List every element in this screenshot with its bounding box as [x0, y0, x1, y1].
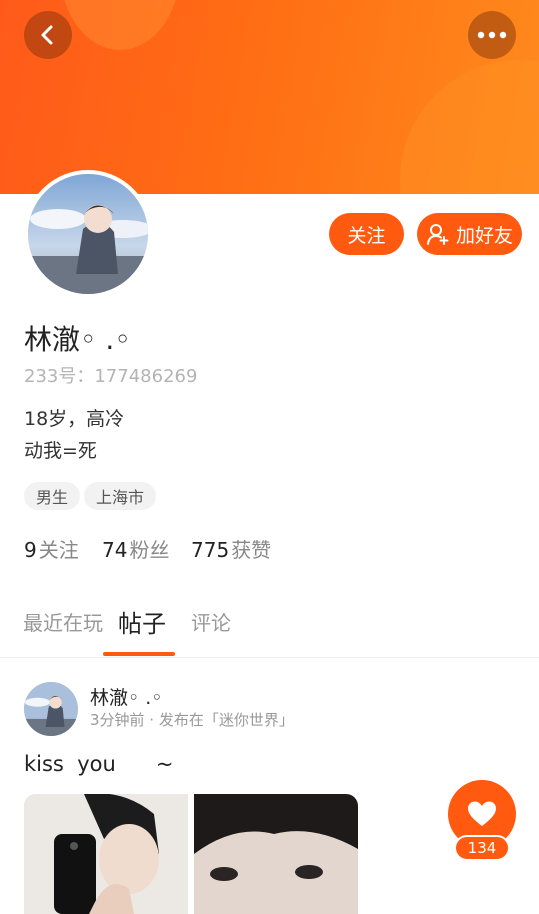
- stat-followers[interactable]: 74 粉丝: [102, 534, 169, 563]
- bio-line: 动我=死: [24, 440, 97, 462]
- banner-decoration: [60, 0, 180, 50]
- like-count-badge: 134: [454, 835, 510, 861]
- avatar-image: [24, 682, 78, 736]
- avatar-image: [28, 174, 148, 294]
- profile-name: 林澈◦ .◦: [24, 323, 131, 356]
- post-photo[interactable]: [24, 794, 188, 914]
- tab-comments[interactable]: 评论: [191, 607, 231, 636]
- stat-followers-count: 74: [102, 538, 128, 562]
- chevron-left-icon: [41, 25, 53, 45]
- active-tab-indicator: [103, 652, 175, 656]
- add-friend-button[interactable]: 加好友: [417, 213, 522, 255]
- add-friend-label: 加好友: [455, 224, 513, 247]
- more-dots-icon: [477, 31, 507, 39]
- banner-decoration: [400, 60, 539, 194]
- divider: [0, 657, 539, 658]
- stat-followers-label: 粉丝: [129, 538, 170, 562]
- back-button[interactable]: [24, 11, 72, 59]
- post-text: kiss you ~: [24, 752, 174, 776]
- person-add-icon: [426, 224, 449, 245]
- profile-header-banner: [0, 0, 539, 194]
- bio-line: 18岁，高冷: [24, 408, 125, 430]
- more-button[interactable]: [468, 11, 516, 59]
- post-author-avatar[interactable]: [24, 682, 78, 736]
- stat-following[interactable]: 9 关注: [24, 534, 79, 563]
- photo-image: [194, 794, 358, 914]
- heart-icon: [468, 801, 496, 826]
- follow-label: 关注: [347, 224, 386, 247]
- stat-following-count: 9: [24, 538, 37, 562]
- tab-recently-played[interactable]: 最近在玩: [23, 607, 103, 636]
- profile-avatar[interactable]: [24, 170, 152, 298]
- stat-following-label: 关注: [38, 538, 79, 562]
- tab-posts[interactable]: 帖子: [118, 604, 166, 639]
- stat-likes[interactable]: 775 获赞: [191, 534, 271, 563]
- tag-location: 上海市: [84, 482, 157, 510]
- stat-likes-count: 775: [191, 538, 230, 562]
- stat-likes-label: 获赞: [231, 538, 272, 562]
- follow-button[interactable]: 关注: [329, 213, 404, 255]
- post-photo[interactable]: [194, 794, 358, 914]
- post-meta: 3分钟前 · 发布在「迷你世界」: [90, 711, 294, 729]
- photo-image: [24, 794, 188, 914]
- post-author-name[interactable]: 林澈◦ .◦: [90, 683, 163, 710]
- tag-gender: 男生: [24, 482, 81, 510]
- profile-uid: 233号：177486269: [24, 366, 198, 387]
